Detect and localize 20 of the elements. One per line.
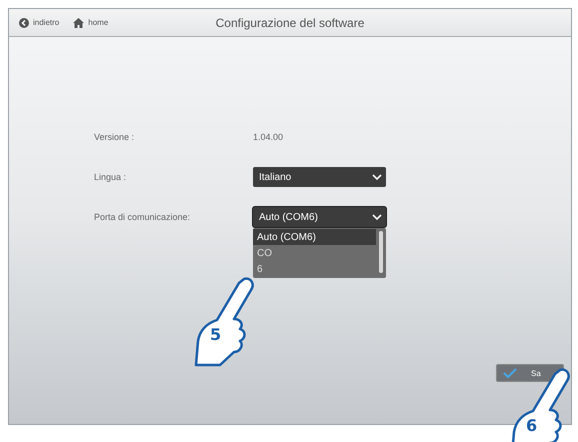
dropdown-option[interactable]: Auto (COM6) [253, 229, 376, 245]
dropdown-select[interactable]: Auto (COM6) [253, 207, 386, 227]
dropdown-option[interactable]: 6 [253, 261, 376, 277]
home-link[interactable]: home [73, 18, 108, 28]
chevron-down-icon [372, 214, 382, 220]
dropdown-select[interactable]: Italiano [253, 167, 386, 187]
dropdown-option[interactable]: CO [253, 245, 376, 261]
back-icon [19, 18, 29, 28]
home-icon [73, 18, 84, 28]
field-label: Porta di comunicazione: [94, 212, 190, 222]
scrollbar [379, 231, 383, 273]
step-number: 5 [210, 325, 222, 344]
version-value: 1.04.00 [253, 132, 284, 142]
chevron-down-icon [372, 174, 382, 180]
field-label: Versione : [94, 132, 134, 142]
field-label: Lingua : [94, 172, 126, 182]
checkmark-icon [503, 368, 517, 378]
window-title: Configurazione del software [216, 16, 364, 30]
step-number: 6 [526, 416, 538, 435]
back-link[interactable]: indietro [19, 18, 60, 28]
